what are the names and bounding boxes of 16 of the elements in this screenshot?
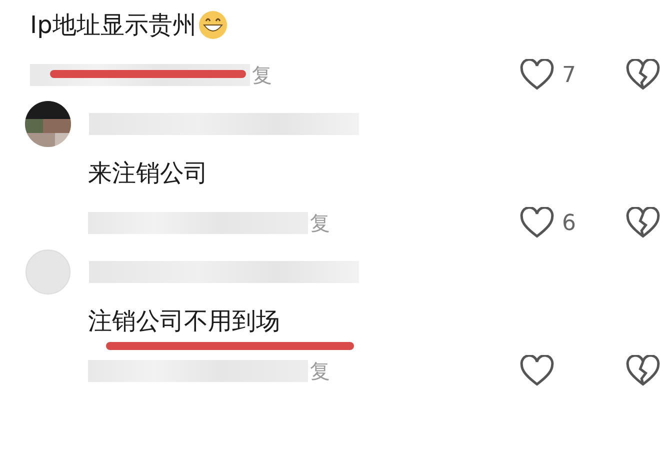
heart-icon[interactable] — [520, 355, 554, 387]
broken-heart-icon[interactable] — [626, 207, 660, 239]
reply-link[interactable]: 复 — [310, 210, 330, 236]
heart-icon[interactable] — [520, 59, 554, 91]
like-count: 6 — [562, 210, 577, 236]
reply-link[interactable]: 复 — [310, 358, 330, 384]
like-count: 7 — [562, 62, 577, 88]
broken-heart-icon[interactable] — [626, 355, 660, 387]
grin-emoji-icon — [198, 10, 228, 40]
comment-text: Ip地址显示贵州 — [30, 10, 196, 41]
reply-link[interactable]: 复 — [252, 62, 272, 88]
comment-text: 来注销公司 — [88, 158, 208, 189]
broken-heart-icon[interactable] — [626, 59, 660, 91]
avatar[interactable] — [25, 101, 71, 147]
comment-text: 注销公司不用到场 — [88, 306, 280, 337]
heart-icon[interactable] — [520, 207, 554, 239]
